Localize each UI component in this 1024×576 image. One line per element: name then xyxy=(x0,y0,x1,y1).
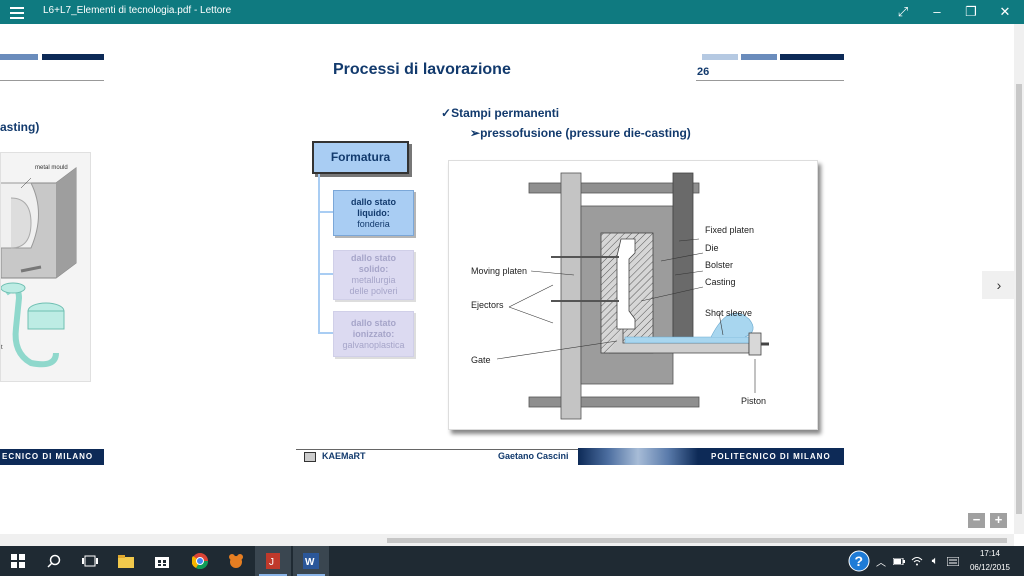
label-fixed-platen: Fixed platen xyxy=(705,225,754,235)
label-bolster: Bolster xyxy=(705,260,733,270)
left-page-footer: ECNICO DI MILANO xyxy=(0,449,104,465)
partial-label: t xyxy=(1,345,3,351)
tree-item-ionizzato: dallo stato ionizzato: galvanoplastica xyxy=(333,311,414,357)
footer-brand: KAEMaRT xyxy=(322,451,366,461)
label-shot-sleeve: Shot sleeve xyxy=(705,308,752,318)
zoom-in-button[interactable]: + xyxy=(990,513,1007,528)
label-ejectors: Ejectors xyxy=(471,300,504,310)
left-page-rule xyxy=(0,80,104,81)
bullet-stampi-permanenti: ✓Stampi permanenti xyxy=(441,106,560,120)
fullscreen-button[interactable]: ⤢ xyxy=(886,0,920,24)
wifi-icon[interactable] xyxy=(908,546,926,576)
horizontal-scroll-thumb[interactable] xyxy=(387,538,1007,543)
word-taskbar-icon[interactable]: W xyxy=(293,546,329,576)
bullet-pressofusione: ➢pressofusione (pressure die-casting) xyxy=(470,126,691,140)
footer-institution: POLITECNICO DI MILANO xyxy=(698,448,844,465)
svg-text:?: ? xyxy=(855,553,864,569)
footer-rule xyxy=(296,449,578,450)
task-view-icon[interactable] xyxy=(72,546,108,576)
label-gate: Gate xyxy=(471,355,491,365)
hamburger-menu-icon[interactable] xyxy=(10,4,24,20)
header-bar-mid xyxy=(741,54,777,60)
file-explorer-icon[interactable] xyxy=(108,546,144,576)
left-page-mould-figure: metal mould t xyxy=(0,152,91,382)
search-icon[interactable] xyxy=(36,546,72,576)
close-button[interactable]: ✕ xyxy=(988,0,1022,24)
title-bar: L6+L7_Elementi di tecnologia.pdf - Letto… xyxy=(0,0,1024,24)
window-title: L6+L7_Elementi di tecnologia.pdf - Letto… xyxy=(43,5,232,16)
header-bar-dark xyxy=(780,54,844,60)
label-casting: Casting xyxy=(705,277,736,287)
check-bullet-icon: ✓ xyxy=(441,106,452,120)
pdf-reader-taskbar-icon[interactable]: J xyxy=(255,546,291,576)
tree-connector xyxy=(318,174,320,333)
horizontal-scrollbar[interactable] xyxy=(0,534,1014,546)
minimize-button[interactable]: – xyxy=(920,0,954,24)
help-icon[interactable]: ? xyxy=(846,546,872,576)
tree-branch xyxy=(318,211,334,213)
label-moving-platen: Moving platen xyxy=(471,266,527,276)
header-bar-light xyxy=(702,54,738,60)
metal-mould-label: metal mould xyxy=(35,165,68,171)
clock-time[interactable]: 17:14 xyxy=(962,549,1018,558)
game-app-icon[interactable] xyxy=(218,546,254,576)
restore-button[interactable]: ❐ xyxy=(954,0,988,24)
left-page-header-bar xyxy=(0,54,38,60)
next-page-chevron-icon[interactable]: › xyxy=(982,271,1016,299)
start-windows-icon[interactable] xyxy=(0,546,36,576)
footer-author: Gaetano Cascini xyxy=(498,451,569,461)
tree-root-formatura: Formatura xyxy=(312,141,409,174)
arrow-bullet-icon: ➢ xyxy=(470,126,481,140)
zoom-out-button[interactable]: − xyxy=(968,513,985,528)
label-die: Die xyxy=(705,243,719,253)
die-casting-diagram: Fixed platen Die Bolster Casting Moving … xyxy=(448,160,818,430)
clock-date[interactable]: 06/12/2015 xyxy=(962,563,1018,572)
taskbar: J W ? ︿ 🔈︎ 17:14 06/12/2015 xyxy=(0,546,1024,576)
volume-icon[interactable]: 🔈︎ xyxy=(926,546,944,576)
left-page-header-bar-dark xyxy=(42,54,104,60)
tree-item-solido: dallo stato solido: metallurgia delle po… xyxy=(333,250,414,300)
tree-item-liquido: dallo stato liquido: fonderia xyxy=(333,190,414,236)
left-page-heading: asting) xyxy=(0,120,40,134)
label-piston: Piston xyxy=(741,396,766,406)
svg-text:J: J xyxy=(269,557,274,568)
tray-chevron-up-icon[interactable]: ︿ xyxy=(872,546,890,576)
chrome-icon[interactable] xyxy=(182,546,218,576)
slide-title: Processi di lavorazione xyxy=(333,61,511,78)
battery-icon[interactable] xyxy=(890,546,908,576)
keyboard-icon[interactable] xyxy=(944,546,962,576)
document-viewer: asting) metal mould t ECNICO DI MILANO P… xyxy=(0,24,1024,546)
vertical-scroll-thumb[interactable] xyxy=(1016,84,1022,514)
header-rule xyxy=(696,80,844,81)
tree-branch xyxy=(318,273,334,275)
slide-page-number: 26 xyxy=(697,66,710,78)
store-icon[interactable] xyxy=(144,546,180,576)
kaemart-logo-icon xyxy=(304,452,316,462)
tree-branch xyxy=(318,332,334,334)
svg-text:W: W xyxy=(305,557,315,568)
footer-gradient-bar xyxy=(578,448,698,465)
